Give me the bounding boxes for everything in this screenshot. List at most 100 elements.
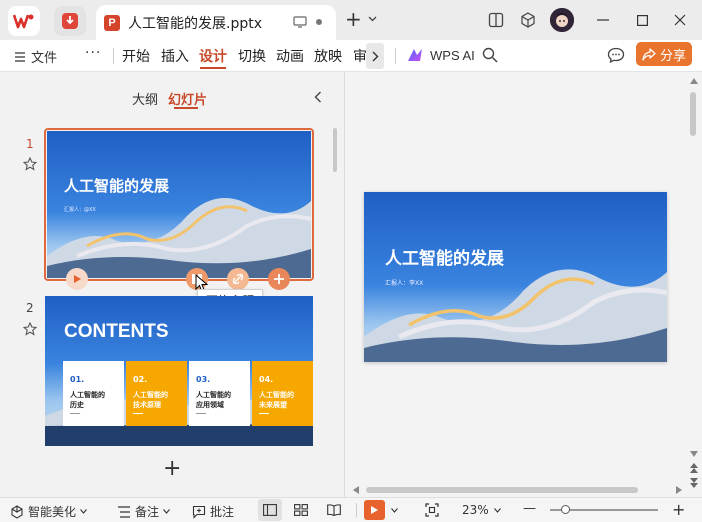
reading-view-icon[interactable]	[327, 504, 341, 516]
previous-slide-icon[interactable]	[690, 463, 698, 473]
play-icon	[371, 506, 378, 514]
scroll-up-icon[interactable]	[690, 78, 698, 84]
share-label: 分享	[659, 48, 686, 64]
plus-icon	[274, 274, 284, 284]
zoom-in-button[interactable]: +	[672, 500, 685, 519]
slide-sorter-icon[interactable]	[294, 504, 308, 516]
pptx-file-icon: P	[104, 14, 120, 31]
slide-reporter: 汇报人：@XX	[64, 207, 96, 213]
contents-card-1: 01. 人工智能的 历史	[63, 361, 124, 426]
close-button[interactable]	[670, 10, 690, 30]
pdf-app-icon	[62, 13, 78, 29]
card-number: 02.	[133, 375, 148, 384]
comment-button[interactable]: 批注	[192, 503, 234, 520]
main-slide[interactable]: 人工智能的发展 汇报人：李XX	[364, 192, 667, 362]
tab-home[interactable]: 开始	[122, 46, 150, 66]
slide-thumb-1[interactable]: 人工智能的发展 汇报人：@XX	[47, 131, 311, 278]
add-slide-button[interactable]: +	[163, 456, 181, 481]
card-text: 人工智能的	[70, 391, 105, 399]
panel-scrollbar[interactable]	[333, 128, 337, 172]
beautify-icon	[11, 504, 23, 519]
comment-bubble-icon[interactable]	[607, 47, 625, 63]
fit-window-icon[interactable]	[425, 503, 439, 517]
card-text: 应用领域	[196, 401, 224, 409]
slide-reporter: 汇报人：李XX	[385, 280, 424, 287]
chevron-down-icon	[80, 509, 87, 514]
slideshow-play-button[interactable]	[364, 500, 385, 520]
chevron-down-icon[interactable]	[494, 508, 501, 513]
contents-card-4: 04. 人工智能的 未来展望	[252, 361, 313, 426]
minimize-button[interactable]	[593, 10, 613, 30]
docer-app-button[interactable]	[54, 6, 86, 36]
document-tab[interactable]: P 人工智能的发展.pptx	[96, 5, 336, 40]
tab-slides[interactable]: 幻灯片	[168, 89, 207, 108]
normal-view-icon	[263, 504, 277, 516]
ribbon-scroll-right-button[interactable]	[366, 43, 384, 69]
building-image	[364, 269, 667, 362]
wps-ai-icon	[408, 49, 422, 61]
collapse-panel-icon[interactable]	[314, 91, 322, 103]
chevron-down-icon[interactable]	[391, 508, 398, 513]
card-text: 未来展望	[259, 401, 287, 409]
tab-outline[interactable]: 大纲	[132, 89, 158, 108]
share-button[interactable]: 分享	[636, 42, 692, 66]
smart-beautify-button[interactable]: 智能美化	[10, 503, 87, 520]
maximize-button[interactable]	[632, 10, 652, 30]
notes-label: 备注	[135, 505, 160, 519]
comment-add-icon	[192, 505, 206, 519]
status-bar: 智能美化 备注 批注 23% — +	[0, 497, 702, 522]
more-button[interactable]: ···	[85, 45, 101, 61]
chevron-right-icon	[372, 51, 378, 61]
divider	[113, 48, 114, 64]
cube-icon[interactable]	[518, 10, 538, 30]
hamburger-icon	[15, 51, 25, 62]
add-slide-after-button[interactable]	[268, 268, 290, 290]
zoom-out-button[interactable]: —	[523, 501, 536, 516]
file-menu[interactable]: 文件	[15, 47, 57, 66]
tab-slideshow[interactable]: 放映	[314, 46, 342, 66]
tab-animation[interactable]: 动画	[276, 46, 304, 66]
scroll-right-icon[interactable]	[676, 486, 682, 494]
link-button[interactable]	[227, 268, 249, 290]
user-avatar[interactable]	[550, 8, 574, 32]
tab-transition[interactable]: 切换	[238, 46, 266, 66]
next-slide-icon[interactable]	[690, 478, 698, 488]
contents-card-2: 02. 人工智能的 技术原理	[126, 361, 187, 426]
play-slide-button[interactable]	[66, 268, 88, 290]
title-bar: P 人工智能的发展.pptx +	[0, 0, 702, 40]
vertical-scrollbar-thumb[interactable]	[690, 92, 696, 136]
link-icon	[232, 273, 244, 285]
card-text: 人工智能的	[259, 391, 294, 399]
building-image	[47, 198, 311, 278]
chevron-down-icon[interactable]	[368, 16, 377, 22]
wps-home-button[interactable]	[8, 6, 40, 36]
tab-insert[interactable]: 插入	[161, 46, 189, 66]
zoom-slider-handle[interactable]	[561, 505, 570, 514]
slide-number: 1	[26, 137, 34, 151]
horizontal-scrollbar-thumb[interactable]	[366, 487, 638, 493]
scroll-left-icon[interactable]	[353, 486, 359, 494]
wps-ai-label: WPS AI	[430, 47, 475, 63]
new-tab-button[interactable]: +	[345, 7, 362, 31]
search-icon[interactable]	[482, 47, 498, 63]
card-divider	[259, 413, 269, 414]
zoom-level[interactable]: 23%	[462, 503, 489, 517]
comment-label: 批注	[210, 505, 235, 519]
avatar-icon	[550, 8, 574, 32]
card-divider	[196, 413, 206, 414]
slide-thumb-2[interactable]: CONTENTS 01. 人工智能的 历史 02. 人工智能的 技术原理 03.…	[45, 296, 313, 446]
card-number: 03.	[196, 375, 211, 384]
tab-review[interactable]: 审	[353, 46, 367, 66]
monitor-icon[interactable]	[293, 16, 307, 28]
normal-view-button[interactable]	[258, 499, 282, 521]
star-icon[interactable]	[23, 322, 37, 336]
star-icon[interactable]	[23, 157, 37, 171]
wps-ai-button[interactable]: WPS AI	[406, 47, 475, 63]
scroll-down-icon[interactable]	[690, 451, 698, 457]
tab-design[interactable]: 设计	[199, 46, 227, 66]
layout-icon[interactable]	[486, 10, 506, 30]
contents-card-3: 03. 人工智能的 应用领域	[189, 361, 250, 426]
card-text: 历史	[70, 401, 84, 409]
card-text: 人工智能的	[196, 391, 231, 399]
notes-button[interactable]: 备注	[117, 503, 170, 520]
